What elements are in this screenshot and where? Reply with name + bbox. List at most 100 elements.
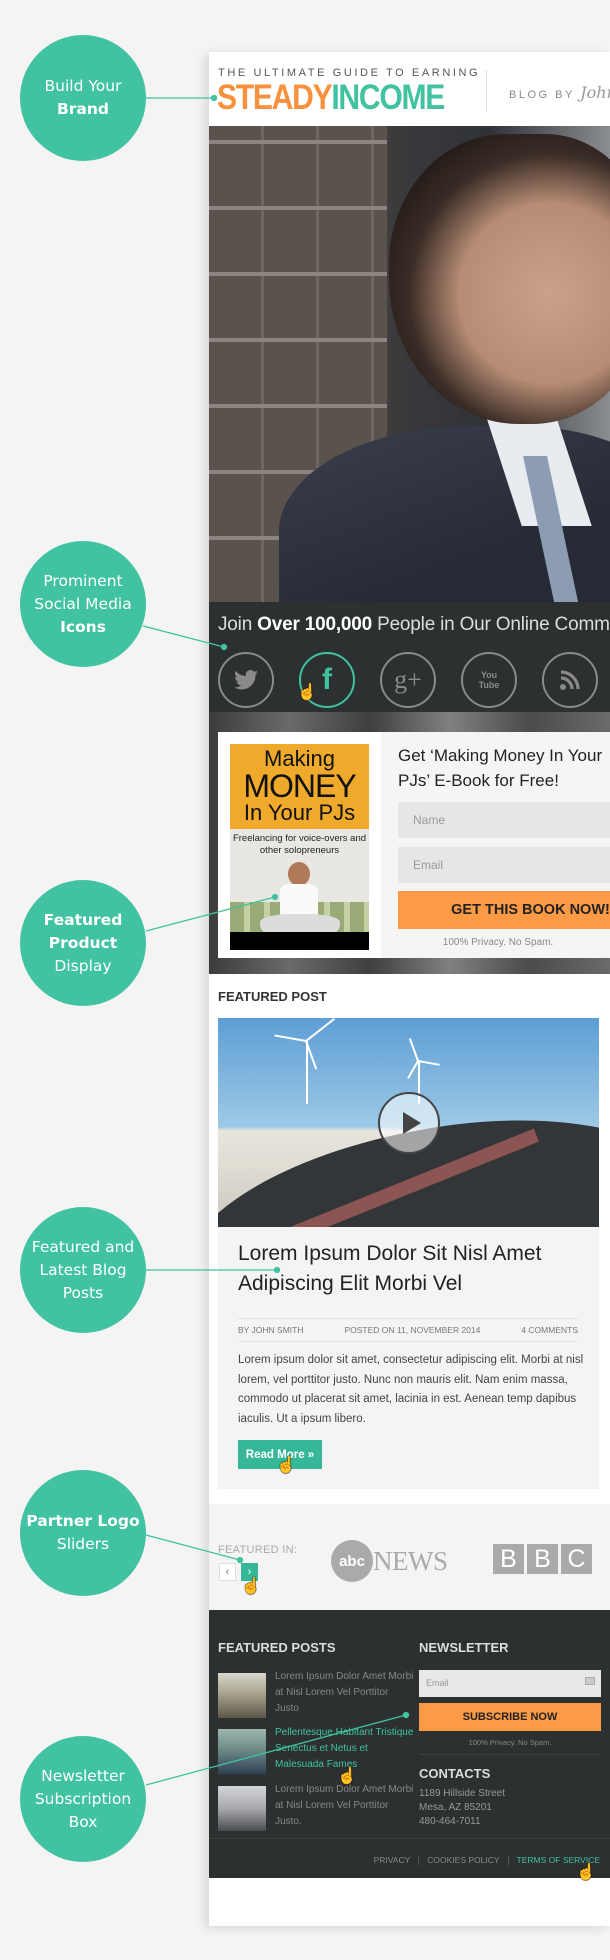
ebook-title: Making MONEY In Your PJs <box>230 744 369 829</box>
footer-post-item[interactable]: Lorem Ipsum Dolor Amet Morbi at Nisl Lor… <box>218 1669 418 1719</box>
post-thumbnail <box>218 1673 266 1718</box>
bbc-logo: B B C <box>493 1544 592 1574</box>
twitter-button[interactable] <box>218 652 274 708</box>
google-plus-button[interactable]: g+ <box>380 652 436 708</box>
callout-text: Newsletter Subscription Box <box>34 1766 132 1831</box>
hand-cursor-icon: ☝ <box>297 684 317 701</box>
callout-text: Build Your <box>44 77 122 95</box>
post-date: POSTED ON 11, NOVEMBER 2014 <box>344 1325 481 1335</box>
optin-title: Get ‘Making Money In Your PJs’ E-Book for… <box>398 743 602 793</box>
post-meta: BY JOHN SMITH POSTED ON 11, NOVEMBER 201… <box>238 1318 578 1342</box>
abc-news-logo: abc NEWS <box>331 1540 448 1582</box>
post-comments[interactable]: 4 COMMENTS <box>521 1325 578 1335</box>
post-excerpt: Lorem ipsum dolor sit amet, consectetur … <box>238 1354 584 1425</box>
featured-video[interactable] <box>218 1018 599 1227</box>
partner-logos-section: FEATURED IN: ‹ › ☝ abc NEWS B B C <box>209 1504 610 1610</box>
blog-by: BLOG BY John <box>509 83 610 102</box>
ebook-bottom-band <box>230 932 369 950</box>
footer-post-item[interactable]: Lorem Ipsum Dolor Amet Morbi at Nisl Lor… <box>218 1782 418 1832</box>
callout-bold-text: Partner Logo <box>26 1512 140 1530</box>
post-thumbnail <box>218 1729 266 1774</box>
youtube-button[interactable]: You Tube <box>461 652 517 708</box>
envelope-icon <box>585 1677 595 1685</box>
callout-build-brand: Build Your Brand <box>20 35 146 161</box>
facebook-icon: f <box>322 663 332 696</box>
social-icons: f g+ You Tube <box>218 652 598 708</box>
ebook-title-line3: In Your PJs <box>243 800 356 825</box>
site-mockup: THE ULTIMATE GUIDE TO EARNING STEADYINCO… <box>209 52 610 1926</box>
abc-logo-news: NEWS <box>373 1545 448 1576</box>
link-separator <box>507 1855 509 1865</box>
footer-bottom-divider <box>209 1838 610 1839</box>
post-thumbnail <box>218 1786 266 1831</box>
callout-partner-logos: Partner Logo Sliders <box>20 1470 146 1596</box>
ebook-title-line2: MONEY <box>243 768 356 804</box>
hero-image <box>209 126 610 602</box>
join-community-text: Join Over 100,000 People in Our Online C… <box>218 614 610 636</box>
twitter-icon <box>234 670 258 690</box>
get-book-button[interactable]: GET THIS BOOK NOW! <box>398 891 610 929</box>
chevron-left-icon: ‹ <box>225 1566 230 1578</box>
join-prefix: Join <box>218 614 258 635</box>
callout-newsletter: Newsletter Subscription Box <box>20 1736 146 1862</box>
callout-text: Display <box>54 956 112 975</box>
slider-prev-button[interactable]: ‹ <box>219 1563 236 1581</box>
privacy-link[interactable]: PRIVACY <box>374 1855 411 1865</box>
play-button[interactable] <box>378 1092 440 1154</box>
turbine-blade <box>417 1060 440 1066</box>
newsletter-privacy-note: 100% Privacy. No Spam. <box>468 1738 552 1747</box>
hand-cursor-icon: ☝ <box>276 1457 296 1474</box>
ebook-cover-frame: Making MONEY In Your PJs Freelancing for… <box>218 732 381 958</box>
callout-bold-text: Featured Product <box>43 910 123 952</box>
callout-text: Featured and Latest Blog Posts <box>31 1237 135 1302</box>
optin-box: Making MONEY In Your PJs Freelancing for… <box>218 732 610 958</box>
featured-post-heading: FEATURED POST <box>218 989 327 1004</box>
logo-income: INCOME <box>331 78 445 117</box>
email-input[interactable]: Email <box>398 847 610 883</box>
featured-post-section: FEATURED POST Lorem Ipsum Dolor Sit Nisl… <box>209 974 610 1504</box>
contact-address-line1: 1189 Hillside Street <box>419 1788 505 1799</box>
social-bar: Join Over 100,000 People in Our Online C… <box>209 602 610 712</box>
site-logo[interactable]: STEADYINCOME <box>217 78 445 118</box>
turbine-blade <box>274 1034 307 1042</box>
post-title[interactable]: Lorem Ipsum Dolor Sit Nisl Amet Adipisci… <box>238 1239 598 1299</box>
logo-steady: STEADY <box>217 78 333 117</box>
abc-logo-ball: abc <box>331 1540 373 1582</box>
header-divider <box>486 70 487 112</box>
post-author[interactable]: BY JOHN SMITH <box>238 1325 304 1335</box>
rss-icon <box>560 670 580 690</box>
site-footer: FEATURED POSTS Lorem Ipsum Dolor Amet Mo… <box>209 1610 610 1881</box>
contact-phone: 480-464-7011 <box>419 1816 481 1827</box>
footer-post-title: Lorem Ipsum Dolor Amet Morbi at Nisl Lor… <box>275 1784 414 1827</box>
callout-text: Sliders <box>56 1535 110 1553</box>
rss-button[interactable] <box>542 652 598 708</box>
newsletter-email-input[interactable]: Email <box>419 1670 601 1697</box>
hero-portrait <box>389 134 610 424</box>
turbine-blade <box>305 1018 335 1042</box>
footer-post-title: Lorem Ipsum Dolor Amet Morbi at Nisl Lor… <box>275 1671 414 1714</box>
footer-post-item[interactable]: Pellentesque Habitant Tristique Senectus… <box>218 1725 418 1775</box>
subscribe-button[interactable]: SUBSCRIBE NOW <box>419 1703 601 1731</box>
site-header: THE ULTIMATE GUIDE TO EARNING STEADYINCO… <box>209 52 610 126</box>
turbine-blade <box>408 1038 419 1062</box>
featured-in-label: FEATURED IN: <box>218 1544 298 1556</box>
callout-bold-text: Brand <box>56 100 110 118</box>
blog-by-label: BLOG BY <box>509 89 575 101</box>
hand-cursor-icon: ☝ <box>337 1768 357 1785</box>
callout-social-icons: Prominent Social Media Icons <box>20 541 146 667</box>
callout-bold-text: Icons <box>60 617 106 636</box>
callout-text: Prominent Social Media <box>34 571 132 613</box>
author-signature: John <box>580 83 610 102</box>
contacts-heading: CONTACTS <box>419 1766 491 1781</box>
cookies-policy-link[interactable]: COOKIES POLICY <box>427 1855 499 1865</box>
optin-title-line1: Get ‘Making Money In Your <box>398 746 603 765</box>
ebook-laptop-image <box>260 914 340 934</box>
link-separator <box>418 1855 420 1865</box>
youtube-icon: You Tube <box>478 670 500 690</box>
footer-featured-heading: FEATURED POSTS <box>218 1640 336 1655</box>
hand-cursor-icon: ☝ <box>241 1578 261 1595</box>
play-icon <box>402 1112 421 1134</box>
ebook-subtitle: Freelancing for voice-overs and other so… <box>232 833 367 856</box>
name-input[interactable]: Name <box>398 802 610 838</box>
ebook-cover: Making MONEY In Your PJs Freelancing for… <box>230 744 369 950</box>
